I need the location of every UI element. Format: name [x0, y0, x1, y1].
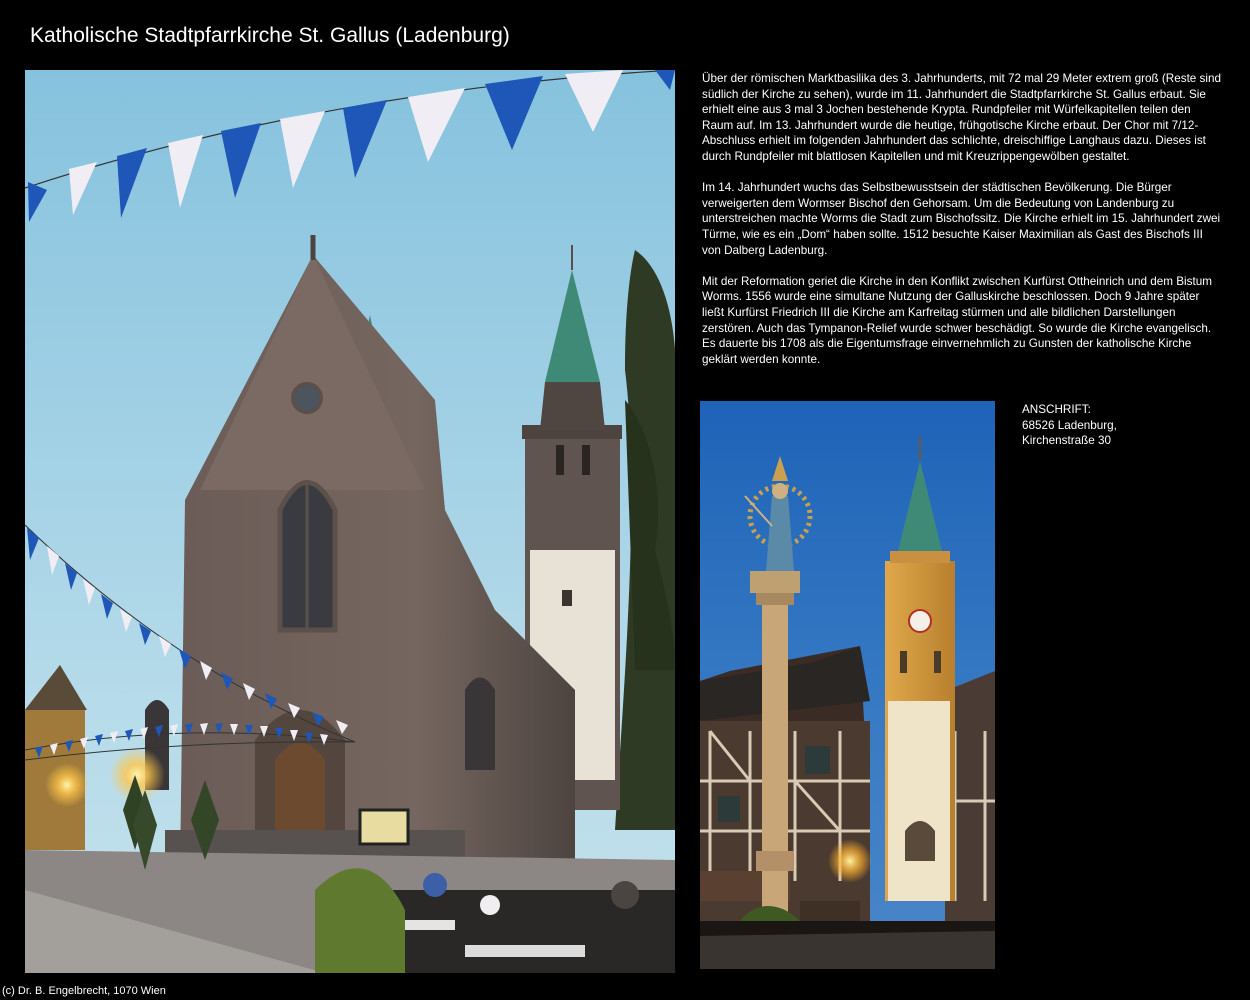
description-paragraph-2: Im 14. Jahrhundert wuchs das Selbstbewus… [702, 181, 1221, 257]
description-paragraph-1: Über der römischen Marktbasilika des 3. … [702, 72, 1221, 163]
column-tower-photo-graphic [700, 401, 995, 969]
column-tower-photo [700, 401, 995, 969]
description-text: Über der römischen Marktbasilika des 3. … [702, 71, 1222, 367]
address-line-2: Kirchenstraße 30 [1022, 434, 1111, 448]
copyright-footer: (c) Dr. B. Engelbrecht, 1070 Wien [2, 985, 166, 997]
page-title: Katholische Stadtpfarrkirche St. Gallus … [30, 24, 510, 47]
address-line-1: 68526 Ladenburg, [1022, 418, 1117, 432]
church-photo [25, 70, 675, 973]
address-block: ANSCHRIFT: 68526 Ladenburg, Kirchenstraß… [1022, 402, 1117, 449]
church-photo-graphic [25, 70, 675, 973]
address-label: ANSCHRIFT: [1022, 403, 1091, 416]
description-paragraph-3: Mit der Reformation geriet die Kirche in… [702, 274, 1212, 366]
